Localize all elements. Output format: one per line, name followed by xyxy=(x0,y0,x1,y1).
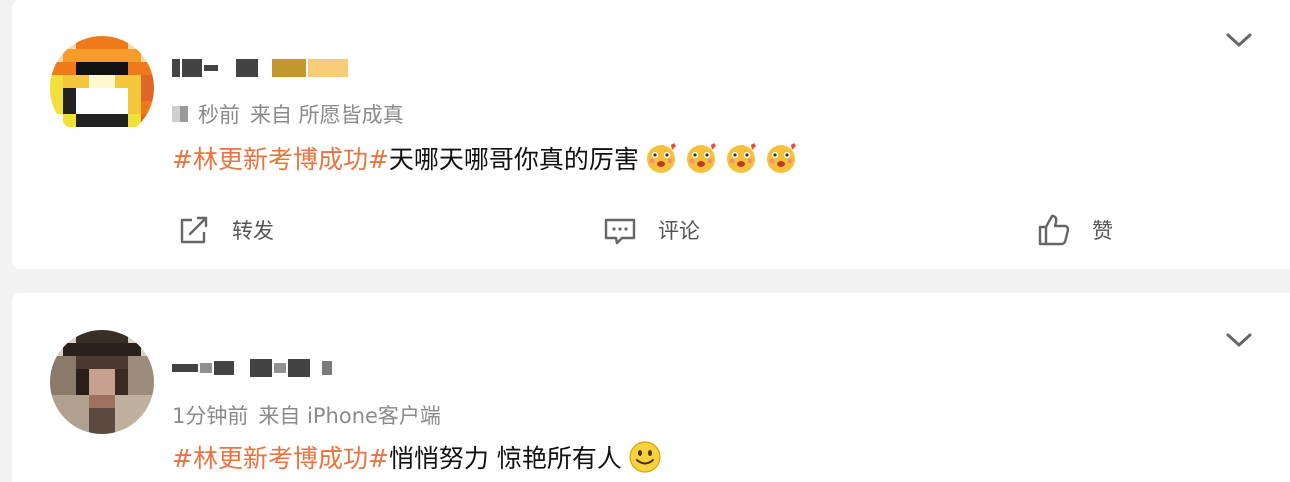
post-meta: 1分钟前 来自 iPhone客户端 xyxy=(172,400,441,430)
comment-icon xyxy=(604,218,636,245)
post-meta: 秒前 来自 所愿皆成真 xyxy=(172,99,404,129)
smile-emoji xyxy=(629,441,661,473)
chevron-down-icon[interactable] xyxy=(1224,330,1254,350)
pixel-block xyxy=(204,65,218,71)
blushing-hug-emoji xyxy=(686,143,716,173)
post-body: #林更新考博成功# 天哪天哪哥你真的厉害 xyxy=(172,140,799,176)
comment-button[interactable]: 评论 xyxy=(602,212,700,248)
post-source: 来自 所愿皆成真 xyxy=(250,103,404,127)
pixel-block xyxy=(322,361,332,375)
pixel-block xyxy=(172,106,188,122)
post-time[interactable]: 秒前 xyxy=(198,99,240,129)
post-card: 1分钟前 来自 iPhone客户端 #林更新考博成功# 悄悄努力 惊艳所有人 xyxy=(12,293,1290,482)
username-pixelated[interactable] xyxy=(172,56,348,80)
comment-label: 评论 xyxy=(658,219,700,243)
like-icon xyxy=(1038,214,1070,246)
repost-label: 转发 xyxy=(232,219,274,243)
blushing-hug-emoji xyxy=(726,143,756,173)
blushing-hug-emoji xyxy=(646,143,676,173)
post-card: 秒前 来自 所愿皆成真 #林更新考博成功# 天哪天哪哥你真的厉害 转发 评论 赞 xyxy=(12,0,1290,269)
pixel-block xyxy=(214,361,234,375)
username-pixelated[interactable] xyxy=(172,356,332,380)
post-source: 来自 iPhone客户端 xyxy=(258,404,441,428)
chevron-down-icon[interactable] xyxy=(1224,30,1254,50)
repost-button[interactable]: 转发 xyxy=(176,212,274,248)
repost-icon xyxy=(180,216,208,244)
pixel-block xyxy=(172,364,198,372)
pixel-block xyxy=(274,363,286,373)
post-body: #林更新考博成功# 悄悄努力 惊艳所有人 xyxy=(172,439,662,475)
post-actions: 转发 评论 赞 xyxy=(12,212,1290,252)
pixel-block xyxy=(172,59,180,77)
post-text: 悄悄努力 惊艳所有人 xyxy=(388,444,622,473)
blushing-hug-emoji xyxy=(766,143,796,173)
pixel-block xyxy=(272,59,306,77)
avatar[interactable] xyxy=(50,36,154,140)
pixel-block xyxy=(236,59,258,77)
hashtag-link[interactable]: #林更新考博成功# xyxy=(172,140,389,176)
like-label: 赞 xyxy=(1092,219,1113,243)
feed: 秒前 来自 所愿皆成真 #林更新考博成功# 天哪天哪哥你真的厉害 转发 评论 赞… xyxy=(0,0,1290,482)
avatar[interactable] xyxy=(50,330,154,434)
pixel-block xyxy=(250,359,272,377)
pixel-block xyxy=(288,359,310,377)
like-button[interactable]: 赞 xyxy=(1036,212,1113,248)
pixel-block xyxy=(308,59,348,77)
post-text: 天哪天哪哥你真的厉害 xyxy=(388,145,639,174)
post-time[interactable]: 1分钟前 xyxy=(172,400,248,430)
hashtag-link[interactable]: #林更新考博成功# xyxy=(172,439,389,475)
pixel-block xyxy=(182,59,202,77)
pixel-block xyxy=(200,363,212,373)
